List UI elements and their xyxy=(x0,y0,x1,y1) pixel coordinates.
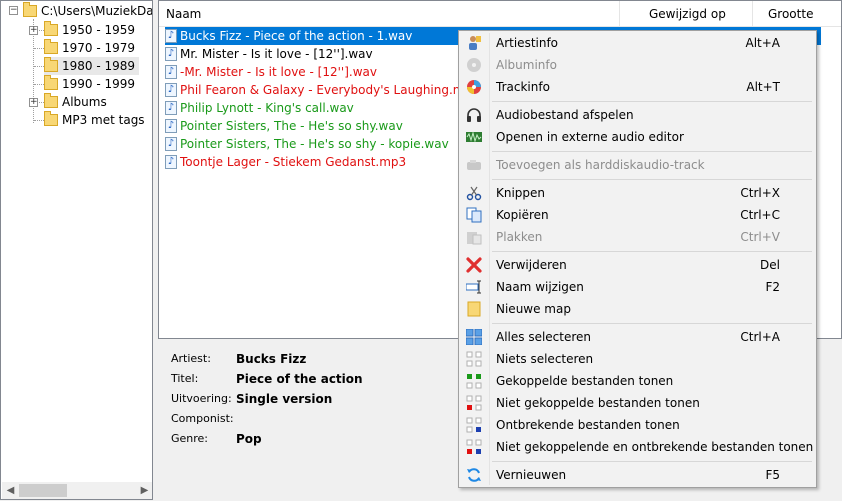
menu-item-kopieren[interactable]: Kopiëren Ctrl+C xyxy=(461,204,814,226)
menu-item-niets-selecteren[interactable]: Niets selecteren xyxy=(461,348,814,370)
menu-item-niet-gekoppelde-bestanden[interactable]: Niet gekoppelde bestanden tonen xyxy=(461,392,814,414)
menu-item-vernieuwen[interactable]: Vernieuwen F5 xyxy=(461,464,814,486)
file-row[interactable]: ♪ -Mr. Mister - Is it love - [12''].wav xyxy=(165,63,377,81)
missing-files-icon xyxy=(466,417,482,433)
menu-item-artiestinfo[interactable]: Artiestinfo Alt+A xyxy=(461,32,814,54)
column-header-name[interactable]: Naam xyxy=(159,1,620,27)
delete-icon xyxy=(466,257,482,273)
expand-toggle[interactable]: − xyxy=(9,6,18,15)
file-row[interactable]: ♪ Pointer Sisters, The - He's so shy.wav xyxy=(165,117,403,135)
tree-item-1990-1999[interactable]: 1990 - 1999 xyxy=(44,74,135,93)
refresh-icon xyxy=(467,468,481,482)
title-label: Titel: xyxy=(171,372,199,385)
genre-label: Genre: xyxy=(171,432,209,445)
paste-icon xyxy=(467,232,482,245)
file-row[interactable]: ♪ Pointer Sisters, The - He's so shy - ko… xyxy=(165,135,449,153)
column-header-size[interactable]: Grootte xyxy=(753,1,841,27)
menu-separator xyxy=(492,251,812,252)
performance-value: Single version xyxy=(236,392,333,406)
tree-item-albums[interactable]: Albums xyxy=(44,92,107,111)
album-info-icon xyxy=(467,58,481,72)
file-row[interactable]: ♪ Mr. Mister - Is it love - [12''].wav xyxy=(165,45,373,63)
menu-item-add-harddisk-track[interactable]: Toevoegen als harddiskaudio-track xyxy=(461,154,814,176)
track-info-icon xyxy=(467,80,481,94)
expand-toggle[interactable]: + xyxy=(29,26,38,35)
copy-icon xyxy=(466,207,482,223)
audio-file-icon: ♪ xyxy=(165,64,177,79)
title-value: Piece of the action xyxy=(236,372,363,386)
menu-item-knippen[interactable]: Knippen Ctrl+X xyxy=(461,182,814,204)
menu-item-albuminfo[interactable]: Albuminfo xyxy=(461,54,814,76)
audio-file-icon: ♪ xyxy=(165,136,177,151)
harddisk-track-icon xyxy=(467,160,481,170)
menu-item-open-external-editor[interactable]: Openen in externe audio editor xyxy=(461,126,814,148)
scroll-thumb[interactable] xyxy=(19,484,67,497)
menu-separator xyxy=(492,101,812,102)
menu-item-verwijderen[interactable]: Verwijderen Del xyxy=(461,254,814,276)
menu-item-nieuwe-map[interactable]: Nieuwe map xyxy=(461,298,814,320)
menu-separator xyxy=(492,151,812,152)
file-row[interactable]: ♪ Philip Lynott - King's call.wav xyxy=(165,99,354,117)
tree-item-1980-1989[interactable]: 1980 - 1989 xyxy=(44,56,140,75)
artist-info-icon xyxy=(469,36,481,50)
new-folder-icon xyxy=(467,301,481,317)
tree-item-1970-1979[interactable]: 1970 - 1979 xyxy=(44,38,135,57)
tree-root[interactable]: C:\Users\MuziekDa xyxy=(23,1,152,20)
select-all-icon xyxy=(466,329,482,345)
audio-file-icon: ♪ xyxy=(165,154,177,169)
audio-file-icon: ♪ xyxy=(165,28,177,43)
folder-icon xyxy=(44,56,58,72)
menu-item-plakken[interactable]: Plakken Ctrl+V xyxy=(461,226,814,248)
folder-icon xyxy=(23,1,37,17)
column-header-modified[interactable]: Gewijzigd op xyxy=(620,1,753,27)
unlinked-files-icon xyxy=(466,395,482,411)
audio-file-icon: ♪ xyxy=(165,46,177,61)
audio-editor-icon xyxy=(466,131,482,143)
composer-label: Componist: xyxy=(171,412,234,425)
performance-label: Uitvoering: xyxy=(171,392,232,405)
menu-item-naam-wijzigen[interactable]: Naam wijzigen F2 xyxy=(461,276,814,298)
unlinked-missing-files-icon xyxy=(466,439,482,454)
scissors-icon xyxy=(466,186,482,201)
artist-value: Bucks Fizz xyxy=(236,352,307,366)
expand-toggle[interactable]: + xyxy=(29,98,38,107)
folder-icon xyxy=(44,74,58,90)
tree-item-1950-1959[interactable]: 1950 - 1959 xyxy=(44,20,135,39)
file-row[interactable]: ♪ Toontje Lager - Stiekem Gedanst.mp3 xyxy=(165,153,406,171)
context-menu: Artiestinfo Alt+A Albuminfo Trackinfo Al… xyxy=(458,30,817,488)
menu-item-alles-selecteren[interactable]: Alles selecteren Ctrl+A xyxy=(461,326,814,348)
menu-item-gekoppelde-bestanden[interactable]: Gekoppelde bestanden tonen xyxy=(461,370,814,392)
folder-icon xyxy=(44,110,58,126)
folder-tree[interactable]: − C:\Users\MuziekDa + 1950 - 1959 1970 -… xyxy=(0,0,153,500)
menu-item-trackinfo[interactable]: Trackinfo Alt+T xyxy=(461,76,814,98)
menu-separator xyxy=(492,323,812,324)
rename-icon xyxy=(466,280,481,294)
file-row[interactable]: ♪ Phil Fearon & Galaxy - Everybody's Laug… xyxy=(165,81,480,99)
folder-icon xyxy=(44,38,58,54)
scroll-right-icon[interactable]: ▶ xyxy=(136,482,152,499)
menu-separator xyxy=(492,461,812,462)
menu-item-niet-gekoppelde-en-ontbrekende[interactable]: Niet gekoppelende en ontbrekende bestand… xyxy=(461,436,814,458)
select-none-icon xyxy=(466,351,482,367)
artist-label: Artiest: xyxy=(171,352,211,365)
menu-separator xyxy=(492,179,812,180)
audio-file-icon: ♪ xyxy=(165,118,177,133)
headphones-icon xyxy=(467,108,481,122)
menu-item-ontbrekende-bestanden[interactable]: Ontbrekende bestanden tonen xyxy=(461,414,814,436)
audio-file-icon: ♪ xyxy=(165,82,177,97)
horizontal-scrollbar[interactable]: ◀ ▶ xyxy=(2,482,152,499)
scroll-left-icon[interactable]: ◀ xyxy=(2,482,19,499)
linked-files-icon xyxy=(466,374,482,389)
audio-file-icon: ♪ xyxy=(165,100,177,115)
tree-item-mp3-met-tags[interactable]: MP3 met tags xyxy=(44,110,145,129)
menu-item-audiobestand-afspelen[interactable]: Audiobestand afspelen xyxy=(461,104,814,126)
folder-icon xyxy=(44,20,58,36)
genre-value: Pop xyxy=(236,432,262,446)
folder-icon xyxy=(44,92,58,108)
